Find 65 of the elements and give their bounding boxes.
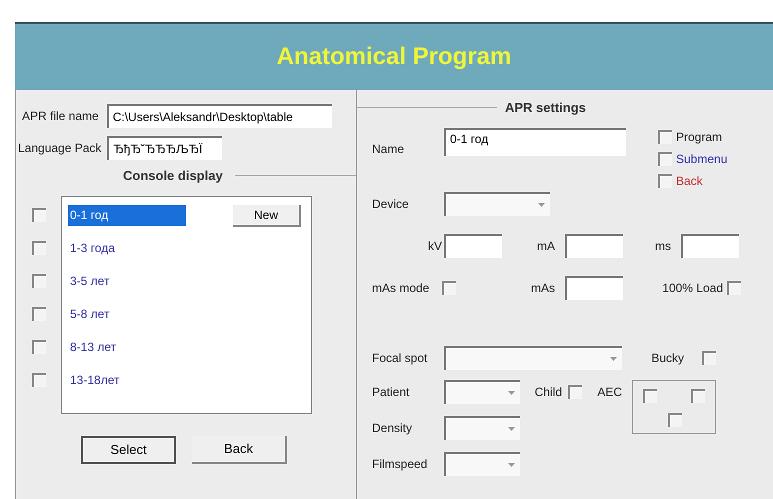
dropdown[interactable]: [444, 346, 622, 370]
field-label: mA: [536, 238, 556, 254]
caret-icon: [537, 202, 546, 208]
field-label: Bucky: [650, 350, 685, 366]
list-item[interactable]: 8-13 лет: [68, 336, 186, 358]
select-button[interactable]: Select: [81, 436, 176, 464]
section-title: APR settings: [505, 99, 586, 117]
input-field[interactable]: [681, 234, 739, 258]
list-item[interactable]: 13-18лет: [68, 370, 186, 390]
checkbox[interactable]: [32, 208, 46, 222]
input-field[interactable]: [444, 234, 502, 258]
checkbox[interactable]: [658, 130, 672, 144]
back-button[interactable]: Back: [192, 436, 287, 464]
field-label: Focal spot: [372, 350, 428, 366]
field-label: Child: [534, 384, 563, 400]
window-title: Anatomical Program: [276, 42, 512, 72]
checkbox[interactable]: [702, 350, 716, 364]
checkbox[interactable]: [568, 384, 582, 398]
field-label: 100% Load: [661, 280, 724, 296]
checkbox[interactable]: [442, 280, 456, 294]
dropdown[interactable]: [444, 192, 550, 216]
field-label: ms: [654, 238, 672, 254]
option-label: Program: [676, 128, 722, 146]
field-label: APR file name: [22, 108, 99, 125]
checkbox[interactable]: [658, 174, 672, 188]
list-item[interactable]: 5-8 лет: [68, 304, 186, 324]
checkbox[interactable]: [668, 412, 682, 426]
field-label: Language Pack: [18, 140, 102, 157]
checkbox[interactable]: [727, 280, 741, 294]
field-label: mAs: [530, 280, 556, 296]
checkbox[interactable]: [32, 306, 46, 320]
caret-icon: [609, 356, 618, 362]
checkbox[interactable]: [658, 152, 672, 166]
dropdown[interactable]: [444, 380, 520, 404]
field-label: mAs mode: [372, 280, 430, 296]
dropdown[interactable]: [444, 452, 520, 476]
option-label: Submenu: [676, 150, 728, 168]
list-item[interactable]: 1-3 года: [68, 238, 186, 258]
input-field[interactable]: [565, 234, 623, 258]
caret-icon: [507, 390, 516, 396]
input-field[interactable]: 0-1 год: [444, 128, 626, 156]
field-label: Filmspeed: [372, 456, 428, 472]
list-item[interactable]: 3-5 лет: [68, 270, 186, 292]
caret-icon: [507, 426, 516, 432]
new-button[interactable]: New: [233, 204, 301, 226]
field-label: AEC: [596, 384, 622, 400]
caret-icon: [507, 462, 516, 468]
list-item[interactable]: 0-1 год: [68, 204, 186, 226]
field-label: Density: [372, 420, 414, 436]
dropdown[interactable]: [444, 416, 520, 440]
field-label: kV: [426, 238, 443, 254]
input-field[interactable]: C:\Users\Aleksandr\Desktop\table: [106, 104, 332, 128]
checkbox[interactable]: [32, 340, 46, 354]
option-label: Back: [676, 172, 703, 190]
field-label: Device: [372, 196, 410, 212]
section-title: Console display: [123, 167, 223, 185]
input-field[interactable]: ЂђЂ˘ЂЂЂЉЂЇ: [107, 136, 222, 160]
field-label: Name: [372, 140, 406, 158]
checkbox[interactable]: [643, 388, 657, 402]
checkbox[interactable]: [32, 274, 46, 288]
checkbox[interactable]: [691, 388, 705, 402]
checkbox[interactable]: [32, 240, 46, 254]
input-field[interactable]: [565, 276, 623, 300]
field-label: Patient: [372, 384, 410, 400]
checkbox[interactable]: [32, 372, 46, 386]
